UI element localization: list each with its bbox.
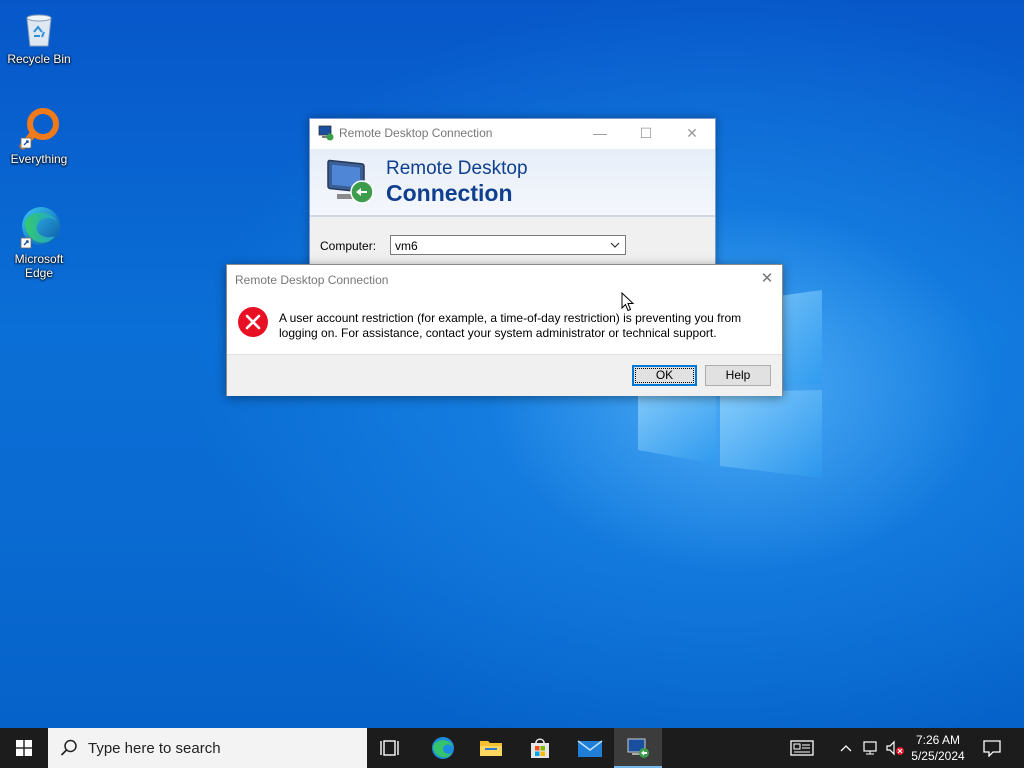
dialog-footer: OK Help <box>227 354 782 396</box>
file-explorer-icon <box>480 741 502 756</box>
remote-desktop-monitor-icon <box>327 159 374 204</box>
microsoft-store-icon <box>531 738 549 758</box>
edge-icon <box>20 207 60 249</box>
rdc-titlebar[interactable]: Remote Desktop Connection — ☐ ✕ <box>310 119 715 148</box>
desktop-icon-label: Recycle Bin <box>7 52 71 66</box>
taskbar-edge[interactable] <box>419 728 467 768</box>
rdc-window-title: Remote Desktop Connection <box>339 126 493 140</box>
notification-icon[interactable] <box>982 739 1002 757</box>
help-button-label: Help <box>725 368 751 382</box>
start-button[interactable] <box>0 728 48 768</box>
desktop-icon-edge[interactable]: Microsoft Edge <box>1 204 77 280</box>
taskbar-search-box[interactable]: Type here to search <box>48 728 367 768</box>
help-button[interactable]: Help <box>705 365 771 386</box>
everything-search-icon <box>19 108 59 150</box>
mouse-cursor-icon <box>621 292 635 312</box>
taskbar-remote-desktop[interactable] <box>614 728 662 768</box>
network-icon[interactable] <box>862 740 880 756</box>
recycle-bin-icon <box>26 14 52 47</box>
desktop-icon-label: Everything <box>10 152 68 166</box>
rdc-window: Remote Desktop Connection — ☐ ✕ Remote D… <box>309 118 716 270</box>
taskbar-microsoft-store[interactable] <box>516 728 564 768</box>
desktop-icon-everything[interactable]: Everything <box>1 106 77 166</box>
clock-time: 7:26 AM <box>915 733 961 747</box>
error-icon <box>238 307 268 337</box>
dialog-title: Remote Desktop Connection <box>235 273 389 287</box>
desktop-icon-recycle-bin[interactable]: Recycle Bin <box>1 6 77 66</box>
taskbar: Type here to search 7:26 AM 5/25/2024 <box>0 728 1024 768</box>
error-dialog: Remote Desktop Connection ✕ A user accou… <box>226 264 783 396</box>
focus-rect <box>635 368 694 383</box>
error-message: A user account restriction (for example,… <box>279 311 742 340</box>
rdc-banner: Remote Desktop Connection <box>310 149 715 217</box>
news-widget-icon[interactable] <box>790 739 814 757</box>
search-icon <box>60 739 77 756</box>
ok-button[interactable]: OK <box>632 365 697 386</box>
computer-label: Computer: <box>320 239 377 253</box>
chevron-up-icon[interactable] <box>839 741 853 755</box>
chevron-down-icon <box>610 242 620 248</box>
computer-value: vm6 <box>395 239 418 253</box>
banner-title-line1: Remote Desktop <box>386 158 528 179</box>
edge-icon <box>432 737 454 759</box>
task-view-icon <box>380 740 399 756</box>
windows-start-icon <box>16 740 32 756</box>
dialog-close-button[interactable]: ✕ <box>752 265 782 293</box>
clock-date: 5/25/2024 <box>911 749 965 763</box>
desktop: Recycle Bin Everything Microsoft Edge Re… <box>0 0 1024 728</box>
computer-combobox[interactable]: vm6 <box>390 235 626 255</box>
desktop-icon-label: Microsoft Edge <box>14 252 64 280</box>
banner-title-line2: Connection <box>386 180 513 206</box>
taskbar-task-view[interactable] <box>368 728 416 768</box>
taskbar-mail[interactable] <box>565 728 613 768</box>
minimize-button[interactable]: — <box>577 119 623 148</box>
remote-desktop-icon <box>627 738 649 758</box>
maximize-button[interactable]: ☐ <box>623 119 669 148</box>
rdc-form: Computer: vm6 <box>310 217 715 269</box>
volume-muted-icon[interactable] <box>885 740 905 756</box>
remote-desktop-icon <box>318 125 334 141</box>
taskbar-clock[interactable]: 7:26 AM 5/25/2024 <box>905 732 971 764</box>
close-button[interactable]: ✕ <box>669 119 715 148</box>
mail-icon <box>577 740 603 757</box>
search-placeholder: Type here to search <box>88 740 221 757</box>
taskbar-file-explorer[interactable] <box>467 728 515 768</box>
